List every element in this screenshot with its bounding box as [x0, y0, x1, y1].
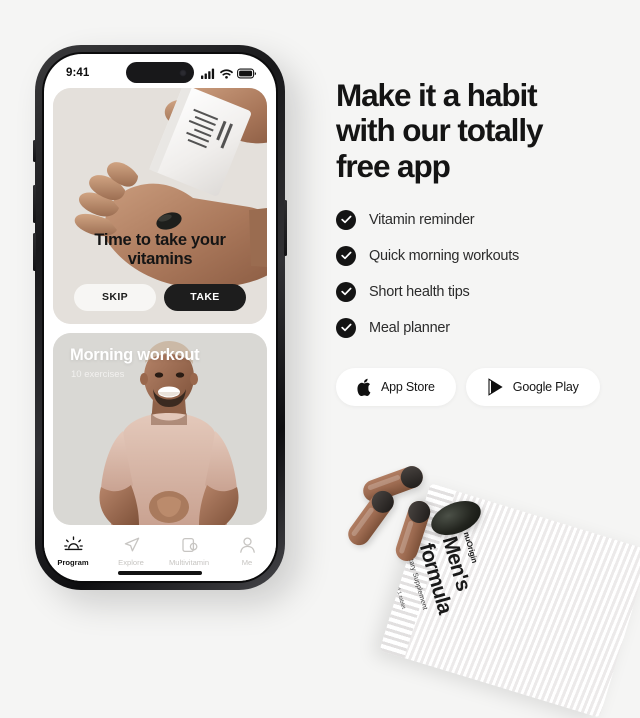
- promo-panel: Make it a habit with our totally free ap…: [336, 77, 626, 406]
- feature-label: Vitamin reminder: [369, 211, 475, 228]
- tab-label-me: Me: [241, 558, 253, 567]
- list-item: Vitamin reminder: [336, 209, 626, 230]
- app-content: Time to take your vitamins SKIP TAKE Mor…: [44, 88, 276, 581]
- battery-icon: [237, 68, 256, 78]
- dynamic-island: [126, 62, 194, 83]
- vitamin-card-title: Time to take your vitamins: [94, 231, 226, 270]
- power-button[interactable]: [284, 200, 287, 256]
- phone-screen: 9:41 Time to take your vitamins SKIP TAK…: [44, 54, 276, 581]
- check-circle-icon: [336, 209, 356, 230]
- check-circle-icon: [336, 317, 356, 338]
- tab-me[interactable]: Me: [218, 536, 276, 567]
- app-store-label: App Store: [381, 379, 435, 394]
- cellular-signal-icon: [201, 68, 215, 79]
- phone-mockup: 9:41 Time to take your vitamins SKIP TAK…: [33, 45, 287, 590]
- tab-program[interactable]: Program: [44, 536, 102, 567]
- check-circle-icon: [336, 245, 356, 266]
- google-play-label: Google Play: [512, 379, 579, 394]
- feature-label: Quick morning workouts: [369, 247, 520, 264]
- product-photo: nuOrigin Men's formula Dietary Supplemen…: [340, 455, 640, 718]
- home-indicator[interactable]: [118, 571, 202, 575]
- headline-line-3: free app: [336, 147, 451, 184]
- vitamin-title-line2: vitamins: [127, 250, 193, 269]
- apple-logo-icon: [357, 378, 371, 396]
- sunrise-icon: [63, 536, 83, 551]
- morning-workout-card[interactable]: Morning workout 10 exercises: [53, 333, 267, 525]
- tab-multivitamin[interactable]: Multivitamin: [160, 536, 218, 567]
- person-icon: [239, 537, 255, 553]
- workout-card-title: Morning workout: [70, 346, 200, 364]
- phone-frame: 9:41 Time to take your vitamins SKIP TAK…: [33, 45, 287, 590]
- tab-explore[interactable]: Explore: [102, 536, 160, 567]
- status-time: 9:41: [66, 67, 90, 79]
- wifi-icon: [220, 68, 233, 79]
- app-store-button[interactable]: App Store: [336, 367, 456, 406]
- list-item: Meal planner: [336, 317, 626, 338]
- headline-line-1: Make it a habit: [336, 77, 538, 113]
- vitamin-reminder-card[interactable]: Time to take your vitamins SKIP TAKE: [53, 88, 267, 324]
- vitamin-card-actions: SKIP TAKE: [74, 283, 246, 311]
- store-badges: App Store Google Play: [336, 367, 626, 406]
- silent-switch[interactable]: [33, 140, 36, 162]
- sachet-icon: [181, 537, 197, 553]
- take-button[interactable]: TAKE: [164, 283, 246, 311]
- google-play-icon: [488, 378, 503, 396]
- list-item: Quick morning workouts: [336, 245, 626, 266]
- check-circle-icon: [336, 281, 356, 302]
- skip-button[interactable]: SKIP: [74, 283, 156, 311]
- status-icons: [201, 68, 256, 79]
- tab-label-multivitamin: Multivitamin: [168, 558, 210, 567]
- feature-list: Vitamin reminder Quick morning workouts …: [336, 209, 626, 338]
- workout-card-subtitle: 10 exercises: [71, 369, 125, 380]
- volume-down-button[interactable]: [33, 233, 36, 271]
- headline-line-2: with our totally: [336, 112, 544, 149]
- feature-label: Meal planner: [369, 319, 450, 336]
- page-title: Make it a habit with our totally free ap…: [336, 77, 626, 184]
- volume-up-button[interactable]: [33, 185, 36, 223]
- tab-label-program: Program: [57, 558, 89, 567]
- front-camera-icon: [179, 68, 187, 77]
- phone-bezel: 9:41 Time to take your vitamins SKIP TAK…: [42, 52, 278, 583]
- tab-label-explore: Explore: [118, 558, 144, 567]
- list-item: Short health tips: [336, 281, 626, 302]
- paper-plane-icon: [124, 537, 139, 552]
- vitamin-title-line1: Time to take your: [94, 231, 226, 249]
- feature-label: Short health tips: [369, 283, 470, 300]
- google-play-button[interactable]: Google Play: [465, 367, 600, 406]
